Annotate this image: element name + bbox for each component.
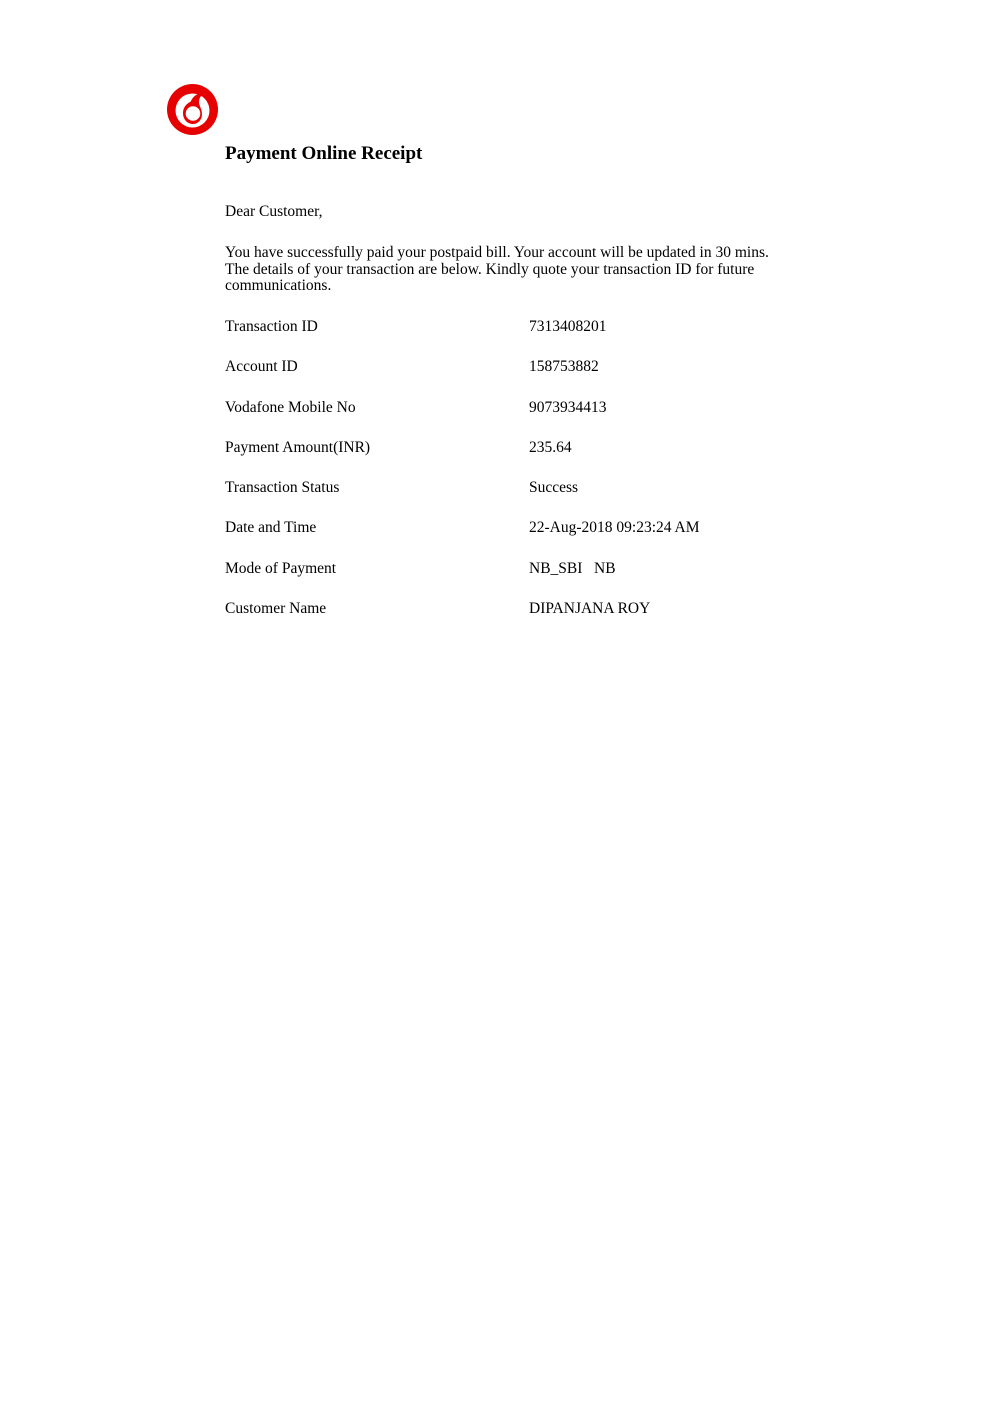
- detail-label: Vodafone Mobile No: [225, 398, 356, 416]
- detail-row-mobile-no: Vodafone Mobile No 9073934413: [225, 399, 785, 439]
- detail-label: Customer Name: [225, 600, 327, 618]
- detail-row-date-time: Date and Time 22-Aug-2018 09:23:24 AM: [225, 519, 785, 559]
- detail-row-customer-name: Customer Name DIPANJANA ROY: [225, 600, 785, 640]
- detail-row-payment-amount: Payment Amount(INR) 235.64: [225, 439, 785, 479]
- detail-value: NB_SBI NB: [529, 559, 616, 577]
- detail-label: Mode of Payment: [225, 559, 337, 577]
- detail-value: Success: [529, 479, 579, 497]
- detail-value: 7313408201: [529, 318, 607, 335]
- intro-line: You have successfully paid your postpaid…: [225, 244, 769, 261]
- detail-label: Payment Amount(INR): [225, 438, 371, 456]
- receipt-title: Payment Online Receipt: [225, 143, 423, 164]
- detail-row-transaction-status: Transaction Status Success: [225, 479, 785, 519]
- intro-line: communications.: [225, 277, 332, 294]
- detail-value: 22-Aug-2018 09:23:24 AM: [529, 519, 700, 537]
- detail-label: Transaction ID: [225, 318, 318, 335]
- detail-row-transaction-id: Transaction ID 7313408201: [225, 318, 785, 358]
- detail-row-mode-of-payment: Mode of Payment NB_SBI NB: [225, 560, 785, 600]
- intro-line: The details of your transaction are belo…: [225, 260, 755, 278]
- vodafone-logo-icon: [166, 83, 219, 136]
- detail-label: Date and Time: [225, 519, 317, 537]
- detail-label: Transaction Status: [225, 479, 340, 497]
- detail-value: 9073934413: [529, 398, 607, 416]
- greeting-text: Dear Customer,: [225, 203, 323, 220]
- detail-label: Account ID: [225, 358, 298, 376]
- detail-value: 158753882: [529, 358, 599, 376]
- transaction-details: Transaction ID 7313408201 Account ID 158…: [225, 318, 785, 640]
- detail-row-account-id: Account ID 158753882: [225, 358, 785, 398]
- detail-value: DIPANJANA ROY: [529, 600, 651, 618]
- detail-value: 235.64: [529, 438, 572, 456]
- intro-paragraph: You have successfully paid your postpaid…: [225, 244, 835, 295]
